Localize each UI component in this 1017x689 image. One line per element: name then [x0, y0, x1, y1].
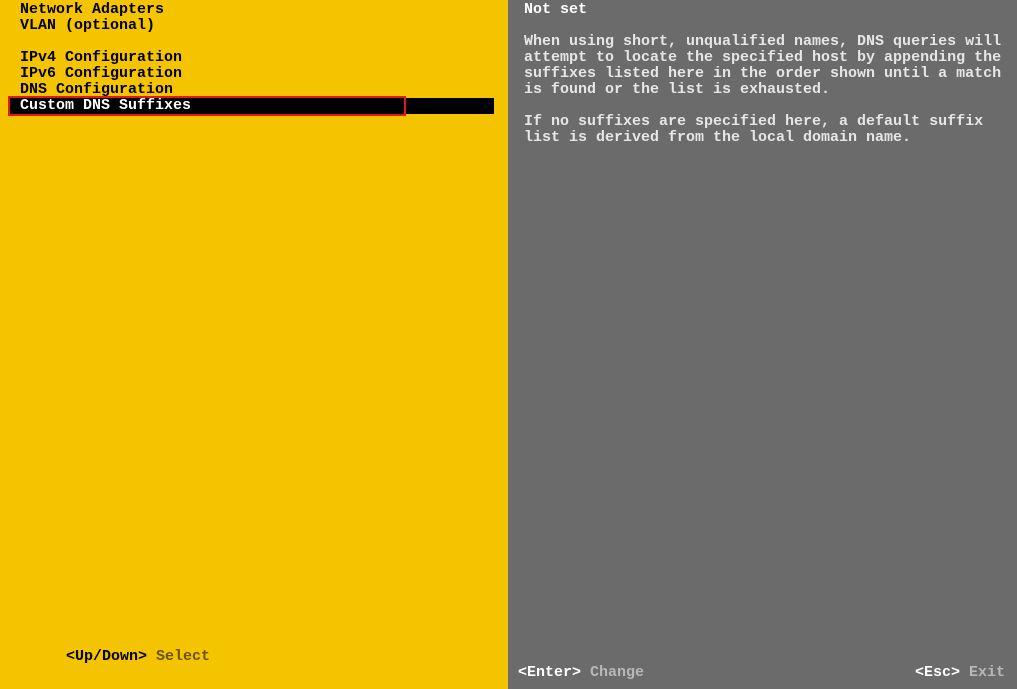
- footer-enter-hint: <Enter> Change: [518, 665, 644, 681]
- detail-body: When using short, unqualified names, DNS…: [524, 34, 1007, 146]
- menu-item-ipv6[interactable]: IPv6 Configuration: [0, 66, 508, 82]
- footer-updown-key: <Up/Down>: [66, 648, 147, 665]
- detail-status: Not set: [524, 2, 1007, 18]
- footer-esc-action: Exit: [969, 664, 1005, 681]
- detail-paragraph-1: When using short, unqualified names, DNS…: [524, 34, 1007, 98]
- right-detail-pane: Not set When using short, unqualified na…: [508, 0, 1017, 689]
- menu-item-dns[interactable]: DNS Configuration: [0, 82, 508, 98]
- menu-item-vlan[interactable]: VLAN (optional): [0, 18, 508, 34]
- menu-item-label: Custom DNS Suffixes: [20, 98, 191, 114]
- footer-updown-action: Select: [156, 648, 210, 665]
- footer-right-hints: <Enter> Change <Esc> Exit: [508, 665, 1017, 681]
- footer-left-hint: <Up/Down> Select: [12, 633, 210, 681]
- menu-item-ipv4[interactable]: IPv4 Configuration: [0, 50, 508, 66]
- footer-esc-key: <Esc>: [915, 664, 960, 681]
- footer-esc-hint: <Esc> Exit: [915, 665, 1005, 681]
- menu-item-network-adapters[interactable]: Network Adapters: [0, 2, 508, 18]
- detail-paragraph-2: If no suffixes are specified here, a def…: [524, 114, 1007, 146]
- menu-spacer: [0, 34, 508, 50]
- dcui-screen: Network Adapters VLAN (optional) IPv4 Co…: [0, 0, 1017, 689]
- menu-list: Network Adapters VLAN (optional) IPv4 Co…: [0, 2, 508, 114]
- footer-enter-key: <Enter>: [518, 664, 581, 681]
- left-menu-pane: Network Adapters VLAN (optional) IPv4 Co…: [0, 0, 508, 689]
- menu-item-custom-dns-suffixes[interactable]: Custom DNS Suffixes: [0, 98, 508, 114]
- footer-enter-action: Change: [590, 664, 644, 681]
